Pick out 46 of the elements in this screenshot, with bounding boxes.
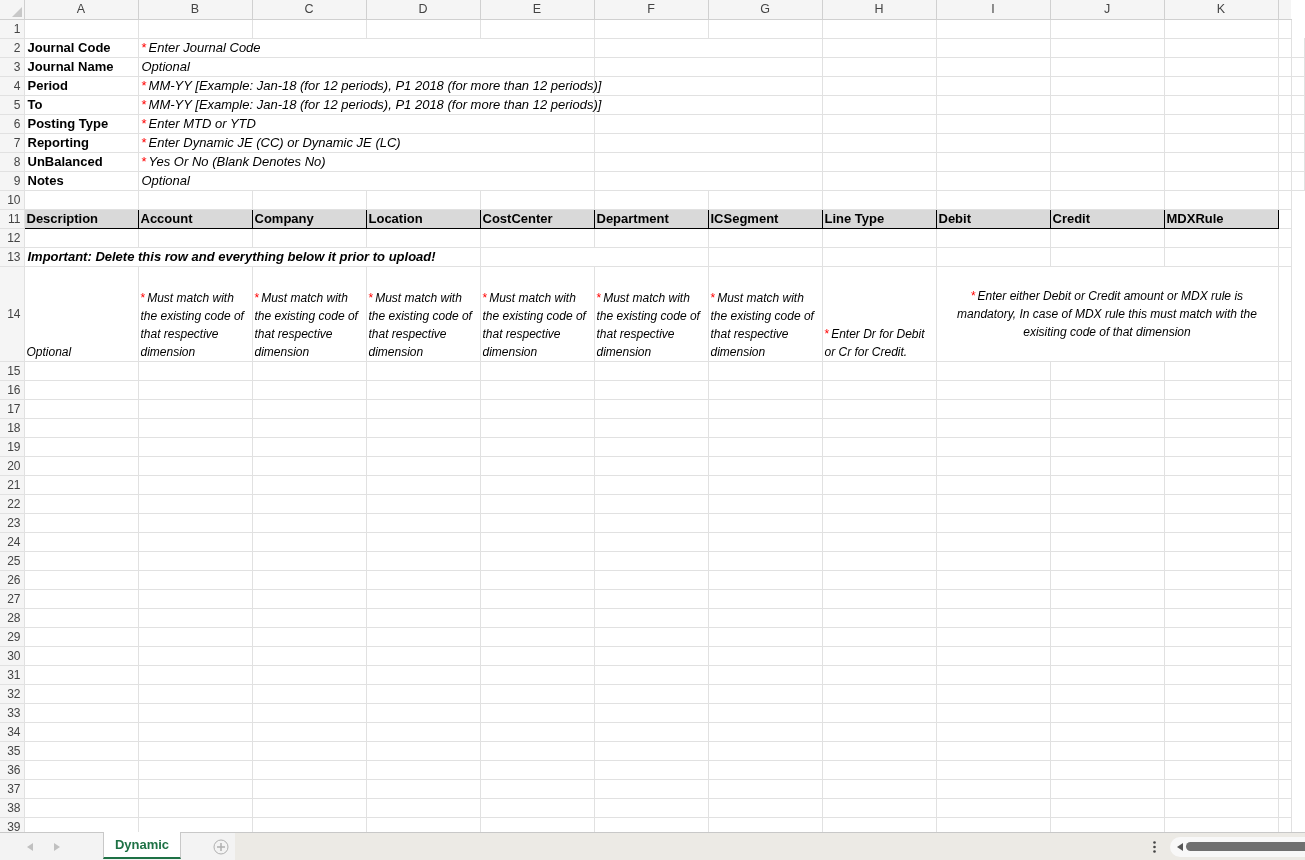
sheet-tab[interactable]: Dynamic: [103, 832, 181, 859]
column-letter[interactable]: G: [708, 0, 822, 19]
column-letter[interactable]: K: [1164, 0, 1278, 19]
select-all-icon[interactable]: [12, 7, 22, 18]
column-letter[interactable]: B: [138, 0, 252, 19]
field-hint: *MM-YY [Example: Jan-18 (for 12 periods), P1 2018 (for more than 12 periods)]: [141, 97, 602, 112]
hint-text: * Must match with the existing code of that respective dimension: [710, 290, 814, 359]
field-hint: *Yes Or No (Blank Denotes No): [141, 154, 326, 169]
field-hint: *Enter Journal Code: [141, 40, 261, 55]
hint-text: * Enter either Debit or Credit amount or MDX rule is mandatory, In case of MDX rule this must match with the exisiting code of that dimension: [957, 288, 1257, 339]
field-label: To: [27, 97, 43, 112]
notice-text: Important: Delete this row and everything below it prior to upload!: [27, 249, 436, 264]
hint-text: * Must match with the existing code of that respective dimension: [368, 290, 472, 359]
hint-text: * Must match with the existing code of that respective dimension: [482, 290, 586, 359]
field-hint: Optional: [141, 59, 190, 74]
field-hint: *Enter MTD or YTD: [141, 116, 256, 131]
field-label: Posting Type: [27, 116, 109, 131]
column-letter[interactable]: A: [24, 0, 138, 19]
previous-sheet-icon[interactable]: [27, 842, 33, 851]
hint-text: * Enter Dr for Debit or Cr for Credit.: [824, 326, 925, 359]
field-hint: *Enter Dynamic JE (CC) or Dynamic JE (LC): [141, 135, 401, 150]
hint-text: * Must match with the existing code of that respective dimension: [596, 290, 700, 359]
hint-text: * Must match with the existing code of that respective dimension: [140, 290, 244, 359]
scroll-left-icon[interactable]: [1177, 842, 1183, 851]
next-sheet-icon[interactable]: [54, 842, 60, 851]
row-number[interactable]: 14: [0, 266, 24, 361]
column-letter[interactable]: H: [822, 0, 936, 19]
horizontal-scrollbar[interactable]: [1170, 836, 1305, 857]
column-letter[interactable]: I: [936, 0, 1050, 19]
column-letter[interactable]: J: [1050, 0, 1164, 19]
hint-text: * Must match with the existing code of that respective dimension: [254, 290, 358, 359]
column-letter[interactable]: D: [366, 0, 480, 19]
field-hint: Optional: [141, 173, 190, 188]
field-label: Reporting: [27, 135, 89, 150]
hint-text: Optional: [26, 344, 72, 359]
field-label: Period: [27, 78, 68, 93]
column-letter[interactable]: F: [594, 0, 708, 19]
column-letter[interactable]: E: [480, 0, 594, 19]
field-label: UnBalanced: [27, 154, 103, 169]
more-options-icon[interactable]: [1153, 840, 1156, 853]
field-label: Journal Code: [27, 40, 111, 55]
field-hint: *MM-YY [Example: Jan-18 (for 12 periods), P1 2018 (for more than 12 periods)]: [141, 78, 602, 93]
add-sheet-icon[interactable]: [213, 838, 229, 855]
column-letter[interactable]: C: [252, 0, 366, 19]
field-label: Notes: [27, 173, 64, 188]
field-label: Journal Name: [27, 59, 114, 74]
